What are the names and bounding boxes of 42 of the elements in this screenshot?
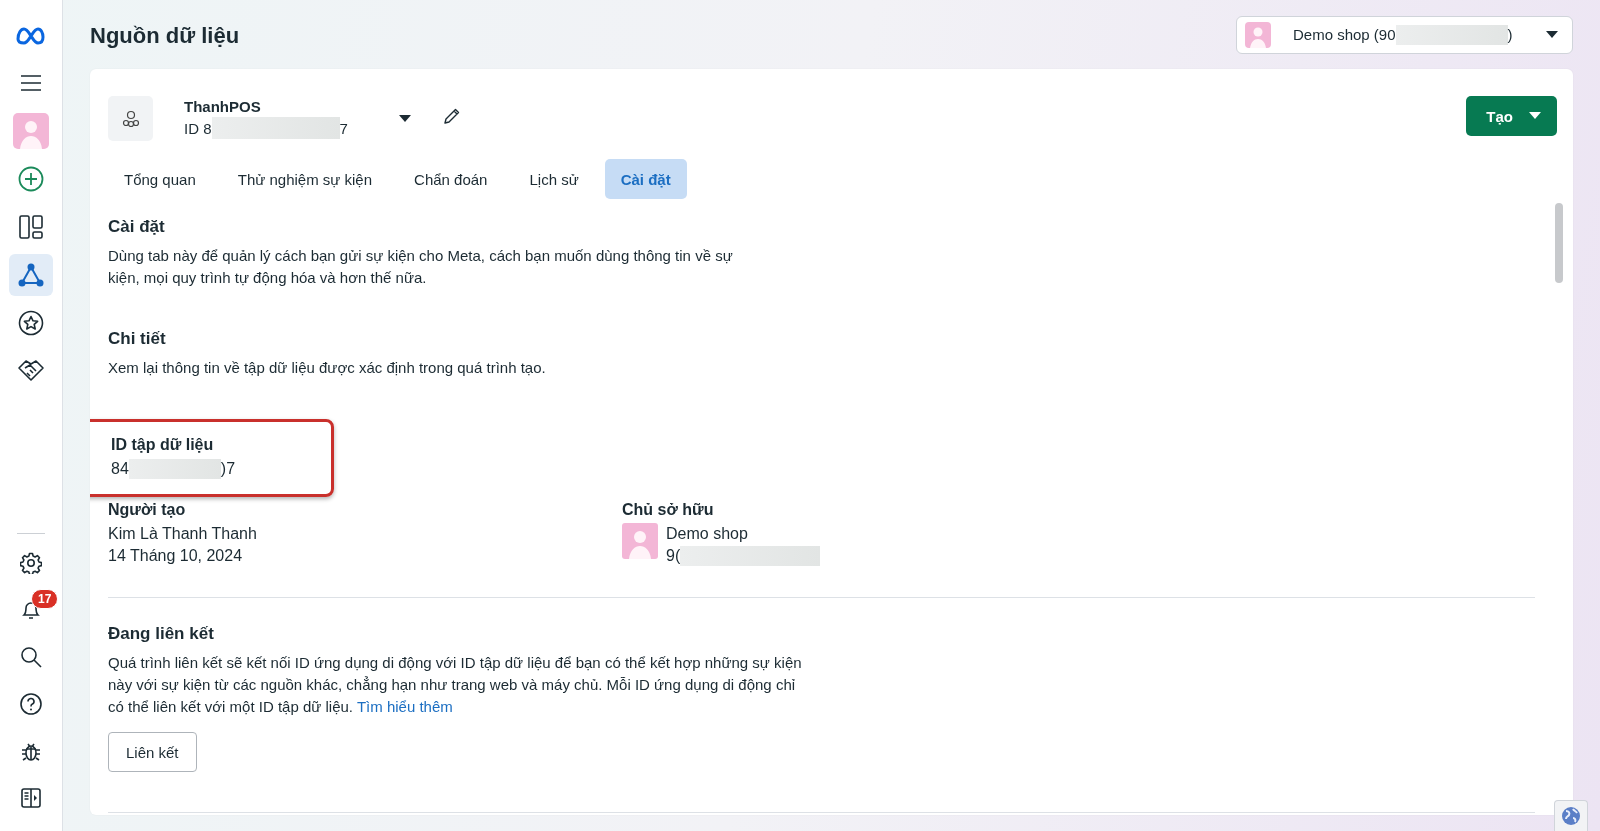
tab[interactable]: Chẩn đoán [398, 159, 504, 199]
owner-id: 9( [666, 546, 681, 566]
sidebar-toggle-icon[interactable] [20, 787, 42, 809]
settings-icon[interactable] [20, 552, 42, 574]
caret-icon [1546, 30, 1558, 39]
created-date: 14 Tháng 10, 2024 [108, 546, 244, 566]
section-description: Xem lại thông tin về tập dữ liệu được xác định trong quá trình tạo. [108, 358, 547, 378]
dataset-id: ID 8 [184, 119, 212, 137]
help-icon[interactable] [20, 693, 42, 715]
owner-name: Demo shop [666, 524, 749, 544]
tab[interactable]: Cài đặt [604, 159, 687, 199]
create-button[interactable]: Tạo [1466, 96, 1557, 136]
section-title: Đang liên kết [108, 624, 215, 644]
avatar-icon [1245, 21, 1271, 48]
learn-more-link[interactable]: Tìm hiểu thêm [356, 698, 453, 715]
account-selector[interactable]: Demo shop (90 ) [1236, 15, 1573, 54]
link-button[interactable]: Liên kết [108, 732, 197, 772]
pencil-icon[interactable] [443, 106, 461, 125]
search-icon[interactable] [20, 646, 42, 668]
section-title: Chi tiết [108, 329, 167, 349]
tab[interactable]: Thử nghiệm sự kiện [221, 159, 389, 199]
dataset-id-end: )7 [220, 459, 236, 479]
owner-avatar-icon [622, 523, 658, 559]
dataset-icon [108, 96, 153, 141]
caret-icon[interactable] [399, 114, 411, 123]
network-icon[interactable] [9, 254, 53, 296]
field-label: ID tập dữ liệu [111, 436, 215, 454]
creator-name: Kim Là Thanh Thanh [108, 524, 258, 544]
page-title: Nguồn dữ liệu [90, 21, 240, 49]
section-description: Quá trình liên kết sẽ kết nối ID ứng dụng di động với ID tập dữ liệu để bạn có thể kết hợp những sự kiện này với sự kiện từ các nguồn khác, chẳng hạn như trang web và máy chủ. Mỗi ID ứng dụng di động chỉ có thể liên kết với một ID tập dữ liệu. Tìm hiểu thêm [108, 653, 803, 717]
caret-icon [1529, 112, 1541, 120]
tab[interactable]: Tổng quan [108, 159, 212, 199]
section-description: Dùng tab này để quản lý cách bạn gửi sự kiện cho Meta, cách bạn muốn dùng thông tin về sự kiện, mọi quy trình tự động hóa và hơn thế nữa. [108, 246, 733, 288]
section-title: Cài đặt [108, 217, 166, 237]
globe-icon[interactable] [1554, 800, 1588, 831]
tab[interactable]: Lịch sử [513, 159, 595, 199]
field-label: Chủ sở hữu [622, 501, 715, 519]
dataset-id: 84 [111, 459, 129, 479]
dataset-name: ThanhPOS [184, 98, 262, 115]
field-label: Người tạo [108, 501, 187, 519]
notification-badge: 17 [31, 589, 59, 609]
dataset-id-end: 7 [339, 119, 348, 137]
